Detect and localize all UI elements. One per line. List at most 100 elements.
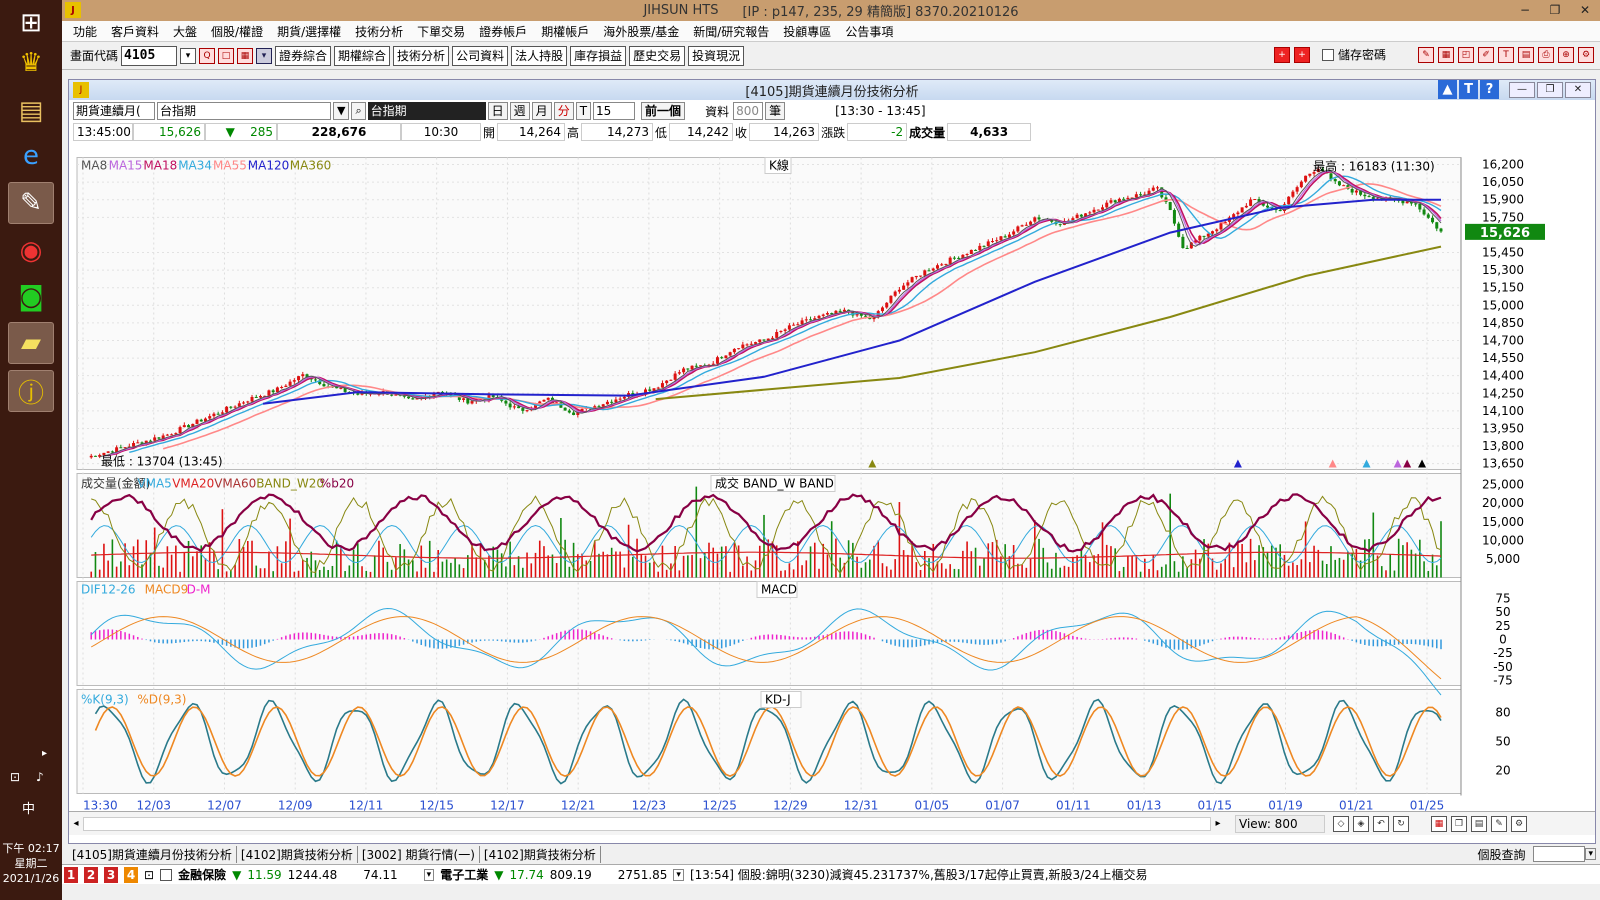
toolbar-button[interactable]: 庫存損益 bbox=[570, 45, 627, 66]
ie-icon[interactable]: e bbox=[8, 135, 54, 177]
stock-query-input[interactable] bbox=[1533, 846, 1586, 862]
chrome-icon[interactable]: ◉ bbox=[8, 230, 54, 272]
chart-icon[interactable]: ◰ bbox=[1458, 46, 1474, 63]
save-password-checkbox[interactable] bbox=[1321, 48, 1334, 61]
menu-item[interactable]: 下單交易 bbox=[410, 23, 472, 40]
screen-code-input[interactable] bbox=[121, 45, 178, 66]
horizontal-scrollbar[interactable]: ◂ ▸ View: 800 ◇ ◈ ↶ ↻ ▦ ❐ ▤ ✎ ⚙ bbox=[69, 811, 1595, 835]
print-icon[interactable]: ⎙ bbox=[1538, 46, 1554, 63]
menu-item[interactable]: 證券帳戶 bbox=[472, 23, 534, 40]
scroll-track[interactable] bbox=[83, 816, 1211, 831]
chevron-down-icon[interactable]: ▾ bbox=[423, 868, 435, 881]
notes-icon[interactable]: ▰ bbox=[8, 322, 54, 364]
menu-item[interactable]: 投顧專區 bbox=[776, 23, 838, 40]
ime-indicator[interactable]: 中 bbox=[22, 798, 35, 817]
refresh-icon[interactable]: ↻ bbox=[1393, 815, 1409, 832]
dropdown-icon[interactable]: ▾ bbox=[256, 47, 273, 64]
prev-button[interactable]: 前一個 bbox=[641, 102, 686, 120]
menu-item[interactable]: 技術分析 bbox=[348, 23, 410, 40]
chart-icon[interactable]: ▦ bbox=[237, 47, 254, 64]
toolbar-button[interactable]: 公司資料 bbox=[452, 45, 509, 66]
tab-3002[interactable]: [3002] 期貨行情(一) bbox=[358, 845, 480, 863]
menu-item[interactable]: 海外股票/基金 bbox=[596, 23, 686, 40]
jihsun-icon[interactable]: ⓙ bbox=[8, 370, 54, 412]
news-ticker[interactable]: [13:54] 個股:錦明(3230)減資45.231737%,舊股3/17起停… bbox=[690, 866, 1148, 883]
scroll-right-icon[interactable]: ▸ bbox=[1211, 818, 1225, 829]
volume-icon[interactable]: ♪ bbox=[36, 770, 44, 784]
eraser-icon[interactable]: ◇ bbox=[1333, 815, 1349, 832]
close-icon[interactable]: ✕ bbox=[1570, 0, 1600, 20]
layout-icon[interactable]: ▤ bbox=[1518, 46, 1534, 63]
lock-icon[interactable]: ⊡ bbox=[144, 868, 154, 882]
gear-icon[interactable]: ⚙ bbox=[1511, 815, 1527, 832]
toolbar-button[interactable]: 證券綜合 bbox=[275, 45, 332, 66]
view-count[interactable]: View: 800 bbox=[1235, 814, 1325, 833]
minimize-icon[interactable]: − bbox=[1510, 0, 1540, 20]
layout-3-button[interactable]: 3 bbox=[104, 866, 118, 883]
search-icon[interactable]: Q bbox=[199, 47, 216, 64]
menu-item[interactable]: 功能 bbox=[66, 23, 104, 40]
menu-item[interactable]: 新聞/研究報告 bbox=[686, 23, 776, 40]
windows-icon[interactable]: ⊞ bbox=[8, 2, 54, 44]
tab-4102[interactable]: [4102]期貨技術分析 bbox=[237, 845, 358, 863]
toolbar-button[interactable]: 投資現況 bbox=[688, 45, 745, 66]
close-icon[interactable]: ✕ bbox=[1565, 82, 1591, 98]
chevron-down-icon[interactable]: ▾ bbox=[1585, 848, 1596, 860]
layout-4-button[interactable]: 4 bbox=[124, 866, 138, 883]
up-arrow-icon[interactable]: ▲ bbox=[1438, 80, 1457, 99]
network-icon[interactable]: ⊡ bbox=[10, 770, 20, 784]
zoom-icon[interactable]: ⊕ bbox=[1558, 46, 1574, 63]
restore-icon[interactable]: ❐ bbox=[1537, 82, 1563, 98]
period-tick-button[interactable]: T bbox=[575, 102, 592, 120]
swiss-flag-icon[interactable]: + bbox=[1273, 46, 1290, 63]
restore-icon[interactable]: ❐ bbox=[1540, 0, 1570, 20]
eraser-all-icon[interactable]: ◈ bbox=[1353, 815, 1369, 832]
dropdown-arrow-icon[interactable]: ▼ bbox=[333, 102, 350, 120]
toolbar-button[interactable]: 法人持股 bbox=[511, 45, 568, 66]
tab-4102b[interactable]: [4102]期貨技術分析 bbox=[480, 845, 601, 863]
ticker-checkbox[interactable] bbox=[160, 868, 173, 881]
toolbar-button[interactable]: 期權綜合 bbox=[334, 45, 391, 66]
period-month-button[interactable]: 月 bbox=[531, 102, 552, 120]
menu-item[interactable]: 公告事項 bbox=[838, 23, 900, 40]
grid-icon[interactable]: ▦ bbox=[1438, 46, 1454, 63]
mode-select[interactable]: 期貨連續月( bbox=[73, 102, 155, 120]
settings-icon[interactable]: ⚙ bbox=[1578, 46, 1594, 63]
copy-icon[interactable]: ❐ bbox=[1451, 815, 1467, 832]
symbol-select[interactable]: 台指期 bbox=[157, 102, 331, 120]
undo-icon[interactable]: ↶ bbox=[1373, 815, 1389, 832]
export-icon[interactable]: ▤ bbox=[1471, 815, 1487, 832]
minimize-icon[interactable]: — bbox=[1509, 82, 1535, 98]
tray-clock[interactable]: 下午 02:17 星期二 2021/1/26 bbox=[0, 841, 62, 886]
paint-icon[interactable]: ✎ bbox=[8, 182, 54, 224]
layout-2-button[interactable]: 2 bbox=[84, 866, 98, 883]
toolbar-button[interactable]: 技術分析 bbox=[393, 45, 450, 66]
technical-chart[interactable]: 13:30 12/03 12/07 12/09 12/11 12/15 12/17 12/21… bbox=[69, 144, 1595, 826]
draw-icon[interactable]: ✎ bbox=[1491, 815, 1507, 832]
tray-expand-icon[interactable]: ▸ bbox=[42, 748, 47, 759]
chevron-down-icon[interactable]: ▾ bbox=[673, 868, 684, 881]
line-icon[interactable]: ◙ bbox=[8, 276, 54, 318]
data-count-input[interactable]: 800 bbox=[733, 102, 764, 120]
text-icon[interactable]: T bbox=[1498, 46, 1514, 63]
t-icon[interactable]: T bbox=[1459, 80, 1478, 99]
edit-icon[interactable]: ✐ bbox=[1478, 46, 1494, 63]
folder-icon[interactable]: ▤ bbox=[8, 90, 54, 132]
menu-item[interactable]: 期權帳戶 bbox=[534, 23, 596, 40]
period-minute-button[interactable]: 分 bbox=[553, 102, 574, 120]
period-value-select[interactable]: 15 bbox=[593, 102, 636, 120]
pen-icon[interactable]: ✎ bbox=[1418, 46, 1434, 63]
indicator-icon[interactable]: ▦ bbox=[1431, 815, 1447, 832]
tab-4105[interactable]: [4105]期貨連續月份技術分析 bbox=[68, 845, 237, 863]
toolbar-button[interactable]: 歷史交易 bbox=[629, 45, 686, 66]
chevron-down-icon[interactable]: ▾ bbox=[180, 47, 197, 64]
menu-item[interactable]: 客戶資料 bbox=[104, 23, 166, 40]
menu-item[interactable]: 個股/權證 bbox=[204, 23, 270, 40]
menu-item[interactable]: 期貨/選擇權 bbox=[270, 23, 348, 40]
menu-item[interactable]: 大盤 bbox=[166, 23, 204, 40]
scroll-left-icon[interactable]: ◂ bbox=[69, 818, 83, 829]
window-icon[interactable]: □ bbox=[218, 47, 235, 64]
crown-icon[interactable]: ♛ bbox=[8, 42, 54, 84]
period-day-button[interactable]: 日 bbox=[487, 102, 508, 120]
swiss-flag-icon[interactable]: + bbox=[1293, 46, 1310, 63]
